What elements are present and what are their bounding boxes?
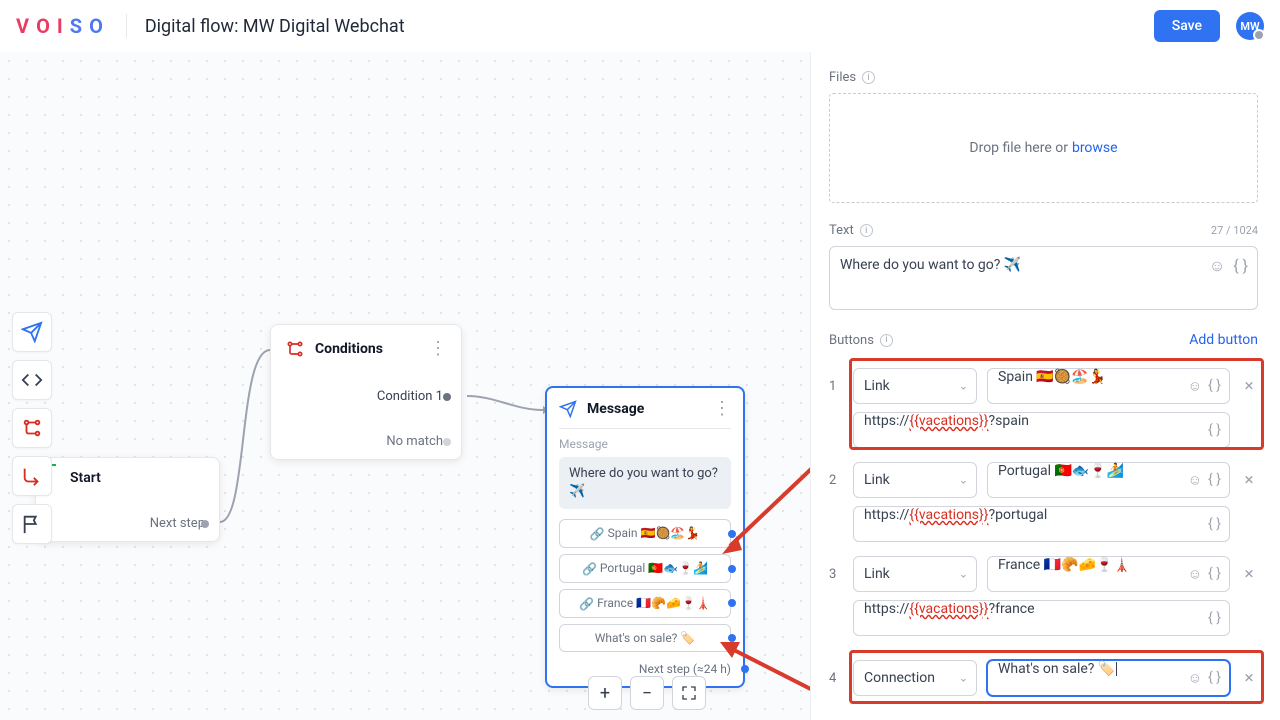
chevron-down-icon: ⌄ bbox=[959, 672, 968, 685]
message-bubble: Where do you want to go? ✈️ bbox=[559, 457, 731, 509]
fullscreen-button[interactable] bbox=[672, 676, 706, 710]
title-input-3[interactable]: France 🇫🇷🥐🧀🍷🗼☺{ } bbox=[987, 556, 1230, 592]
url-input-3[interactable]: https://{{vacations}}?france{ } bbox=[853, 600, 1230, 636]
variable-icon[interactable]: { } bbox=[1208, 566, 1221, 583]
info-icon[interactable]: i bbox=[862, 71, 875, 84]
file-dropzone[interactable]: Drop file here or browse bbox=[829, 93, 1258, 203]
button-row-2: 2 Link⌄ Portugal 🇵🇹🐟🍷🏄☺{ } × bbox=[829, 462, 1258, 498]
chevron-down-icon: ⌄ bbox=[959, 568, 968, 581]
remove-button-2[interactable]: × bbox=[1240, 470, 1258, 490]
remove-button-4[interactable]: × bbox=[1240, 668, 1258, 688]
text-label: Texti 27 / 1024 bbox=[829, 223, 1258, 238]
chip-sale: What's on sale? 🏷️ bbox=[559, 624, 731, 652]
tool-conditions-icon[interactable] bbox=[12, 408, 52, 448]
chip-spain: 🔗Spain 🇪🇸🥘🏖️💃 bbox=[559, 519, 731, 548]
chevron-down-icon: ⌄ bbox=[959, 380, 968, 393]
divider bbox=[126, 14, 127, 38]
zoom-out-button[interactable]: − bbox=[630, 676, 664, 710]
node-message-menu[interactable]: ⋮ bbox=[713, 404, 731, 414]
tool-flag-icon[interactable] bbox=[12, 504, 52, 544]
flow-canvas[interactable]: Start Next step Conditions ⋮ Condition 1… bbox=[0, 52, 810, 720]
files-label: Filesi bbox=[829, 70, 1258, 85]
type-select-2[interactable]: Link⌄ bbox=[853, 462, 977, 498]
emoji-icon[interactable]: ☺ bbox=[1188, 566, 1202, 583]
button-row-4: 4 Connection⌄ What's on sale? 🏷️☺{ } × bbox=[829, 650, 1258, 706]
zoom-in-button[interactable]: + bbox=[588, 676, 622, 710]
title-input-4[interactable]: What's on sale? 🏷️☺{ } bbox=[987, 660, 1230, 696]
tool-redirect-icon[interactable] bbox=[12, 456, 52, 496]
emoji-icon[interactable]: ☺ bbox=[1188, 670, 1202, 687]
inspector-panel: Filesi Drop file here or browse Texti 27… bbox=[810, 52, 1280, 720]
type-select-1[interactable]: Link⌄ bbox=[853, 368, 977, 404]
chip-portugal: 🔗Portugal 🇵🇹🐟🍷🏄 bbox=[559, 554, 731, 583]
message-section-label: Message bbox=[559, 437, 731, 451]
node-start-title: Start bbox=[70, 470, 205, 486]
zoom-controls: + − bbox=[588, 676, 706, 710]
emoji-icon[interactable]: ☺ bbox=[1188, 472, 1202, 489]
node-conditions-menu[interactable]: ⋮ bbox=[429, 344, 447, 354]
button-row-1: 1 Link⌄ Spain 🇪🇸🥘🏖️💃☺{ } × bbox=[829, 358, 1258, 404]
node-message-next: Next step (≈24 h) bbox=[559, 662, 731, 676]
remove-button-1[interactable]: × bbox=[1240, 376, 1258, 396]
node-conditions-title: Conditions bbox=[315, 341, 383, 357]
variable-icon[interactable]: { } bbox=[1208, 378, 1221, 395]
page-title: Digital flow: MW Digital Webchat bbox=[145, 16, 405, 37]
node-message-title: Message bbox=[587, 401, 644, 417]
variable-icon[interactable]: { } bbox=[1208, 670, 1221, 687]
url-input-1[interactable]: https://{{vacations}}?spain{ } bbox=[853, 412, 1230, 448]
title-input-2[interactable]: Portugal 🇵🇹🐟🍷🏄☺{ } bbox=[987, 462, 1230, 498]
type-select-4[interactable]: Connection⌄ bbox=[853, 660, 977, 696]
node-start[interactable]: Start Next step bbox=[35, 457, 220, 542]
url-input-2[interactable]: https://{{vacations}}?portugal{ } bbox=[853, 506, 1230, 542]
text-counter: 27 / 1024 bbox=[1211, 224, 1258, 237]
button-row-3: 3 Link⌄ France 🇫🇷🥐🧀🍷🗼☺{ } × bbox=[829, 556, 1258, 592]
emoji-icon[interactable]: ☺ bbox=[1209, 256, 1225, 276]
message-icon bbox=[559, 400, 577, 418]
variable-icon[interactable]: { } bbox=[1208, 422, 1221, 438]
browse-link[interactable]: browse bbox=[1072, 140, 1118, 156]
chevron-down-icon: ⌄ bbox=[959, 474, 968, 487]
chip-france: 🔗France 🇫🇷🥐🧀🍷🗼 bbox=[559, 589, 731, 618]
info-icon[interactable]: i bbox=[880, 334, 893, 347]
save-button[interactable]: Save bbox=[1154, 10, 1220, 42]
add-button[interactable]: Add button bbox=[1189, 332, 1258, 348]
message-text-input[interactable] bbox=[829, 246, 1258, 310]
header: VOISO Digital flow: MW Digital Webchat S… bbox=[0, 0, 1280, 52]
node-message[interactable]: Message ⋮ Message Where do you want to g… bbox=[545, 386, 745, 688]
node-toolbar bbox=[12, 312, 52, 544]
node-start-next: Next step bbox=[50, 516, 205, 531]
conditions-icon bbox=[285, 339, 305, 359]
variable-icon[interactable]: { } bbox=[1208, 472, 1221, 489]
type-select-3[interactable]: Link⌄ bbox=[853, 556, 977, 592]
condition-1-label: Condition 1 bbox=[285, 389, 447, 404]
avatar[interactable]: MW bbox=[1236, 12, 1264, 40]
variable-icon[interactable]: { } bbox=[1208, 516, 1221, 532]
remove-button-3[interactable]: × bbox=[1240, 564, 1258, 584]
variable-icon[interactable]: { } bbox=[1233, 256, 1248, 276]
buttons-label: Buttonsi bbox=[829, 333, 893, 348]
info-icon[interactable]: i bbox=[860, 224, 873, 237]
logo: VOISO bbox=[16, 14, 108, 38]
tool-code-icon[interactable] bbox=[12, 360, 52, 400]
node-conditions[interactable]: Conditions ⋮ Condition 1 No match bbox=[270, 324, 462, 460]
no-match-label: No match bbox=[285, 434, 447, 449]
emoji-icon[interactable]: ☺ bbox=[1188, 378, 1202, 395]
variable-icon[interactable]: { } bbox=[1208, 610, 1221, 626]
tool-message-icon[interactable] bbox=[12, 312, 52, 352]
title-input-1[interactable]: Spain 🇪🇸🥘🏖️💃☺{ } bbox=[987, 368, 1230, 404]
